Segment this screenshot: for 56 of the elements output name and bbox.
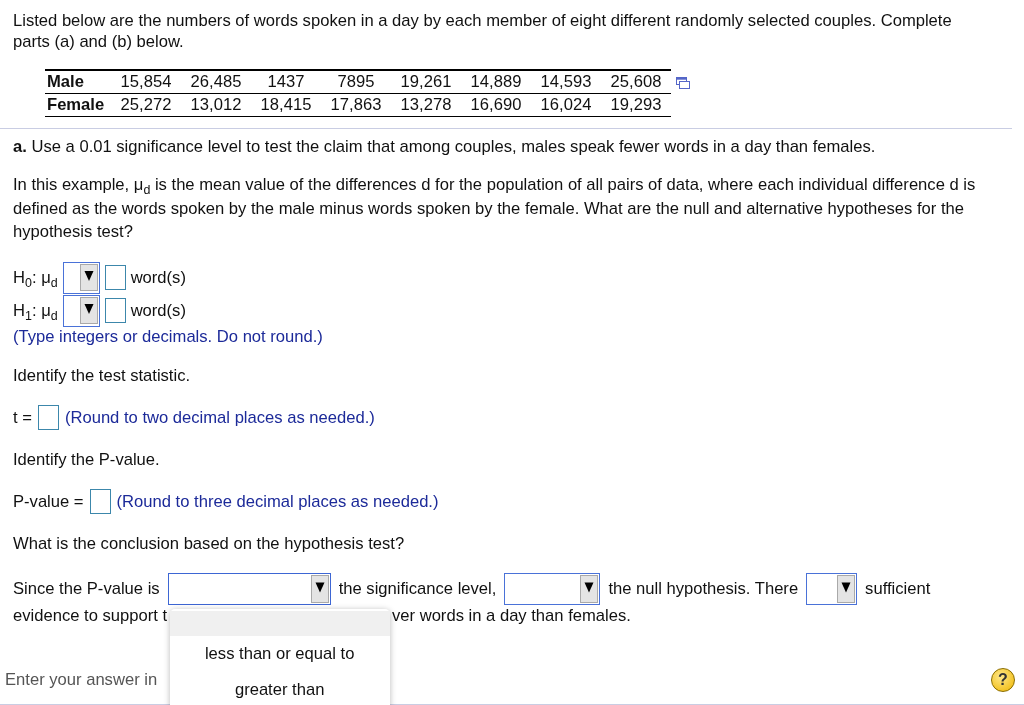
row-header-cell: Female (45, 93, 111, 117)
sentence-text: ver words in a day than females. (392, 605, 631, 626)
menu-option[interactable]: less than or equal to (169, 635, 390, 672)
answer-label: t = (13, 407, 32, 428)
table-cell: 1437 (251, 70, 321, 94)
answer-box[interactable] (89, 489, 111, 514)
instruction-text: What is the conclusion based on the hypothesis test? (13, 533, 406, 554)
table-cell: 25,608 (601, 70, 671, 94)
dropdown[interactable] (806, 572, 858, 605)
caret-icon (580, 574, 599, 603)
hint-text: (Round to three decimal places as needed.) (116, 491, 439, 512)
table-cell: 26,485 (181, 70, 251, 94)
hypothesis-label: H$_{0}$: μ$_{d}$ (13, 267, 58, 288)
table-cell: 13,012 (181, 93, 251, 117)
sentence-text: sufficient (865, 578, 931, 599)
caret-icon (79, 264, 98, 291)
row-header-cell: Male (45, 70, 111, 94)
caret-icon (79, 297, 98, 324)
table-cell: 16,690 (461, 93, 531, 117)
sentence-text: Since the P-value is (13, 578, 160, 599)
context-text: In this example, μ$_{d}$ is the mean value of the differences d for the population of all pairs of data, where each individual difference d is defined as the words spoken by the male minus words spoken by the female. What are the null and alternative hypotheses for the hypothesis test? (13, 174, 977, 243)
unit-text: word(s) (130, 300, 186, 321)
table-cell: 13,278 (391, 93, 461, 117)
table-cell: 17,863 (321, 93, 391, 117)
hint-text: (Type integers or decimals. Do not round.) (13, 326, 324, 347)
caret-icon (837, 574, 856, 603)
sentence-text: evidence to support t (13, 605, 169, 626)
answer-box[interactable] (104, 265, 126, 290)
question-text: a. Use a 0.01 significance level to test the claim that among couples, males speak fewer words in a day than females. (13, 137, 877, 157)
intro-text: Listed below are the numbers of words spoken in a day by each member of eight different randomly selected couples. Complete parts (a) and (b) below. (13, 10, 953, 52)
instruction-text: Identify the test statistic. (13, 365, 192, 386)
instruction-text: Enter your answer in (5, 669, 158, 690)
table-cell: 15,854 (111, 70, 181, 94)
answer-label: P-value = (13, 491, 84, 512)
help-button[interactable]: ? (991, 667, 1015, 692)
hint-text: (Round to two decimal places as needed.) (64, 407, 375, 428)
instruction-text: Identify the P-value. (13, 449, 161, 470)
dropdown[interactable] (62, 261, 100, 294)
hypothesis-label: H$_{1}$: μ$_{d}$ (13, 300, 58, 321)
table-cell: 16,024 (531, 93, 601, 117)
sentence-text: the significance level, (338, 578, 497, 599)
windows-icon[interactable] (676, 77, 690, 89)
dropdown[interactable] (62, 294, 100, 327)
caret-icon (310, 574, 329, 603)
answer-box[interactable] (37, 405, 59, 430)
table-cell: 25,272 (111, 93, 181, 117)
table-cell: 18,415 (251, 93, 321, 117)
table-cell: 14,593 (531, 70, 601, 94)
table-cell: 19,261 (391, 70, 461, 94)
table-cell: 19,293 (601, 93, 671, 117)
sentence-text: the null hypothesis. There (608, 578, 799, 599)
unit-text: word(s) (130, 267, 186, 288)
menu-option[interactable]: greater than (169, 671, 390, 705)
answer-box[interactable] (104, 298, 126, 323)
table-cell: 7895 (321, 70, 391, 94)
table-cell: 14,889 (461, 70, 531, 94)
